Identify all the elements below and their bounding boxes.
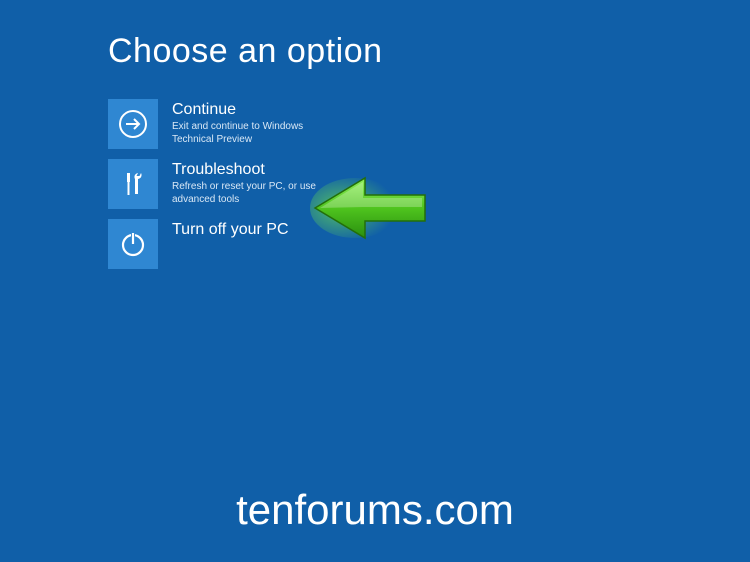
option-continue[interactable]: Continue Exit and continue to Windows Te… <box>108 99 378 149</box>
option-text: Turn off your PC <box>172 219 289 241</box>
watermark-text: tenforums.com <box>0 486 750 534</box>
power-icon <box>108 219 158 269</box>
tools-icon <box>108 159 158 209</box>
option-troubleshoot[interactable]: Troubleshoot Refresh or reset your PC, o… <box>108 159 378 209</box>
page-title: Choose an option <box>108 32 750 71</box>
option-title: Continue <box>172 100 342 119</box>
arrow-right-icon <box>108 99 158 149</box>
option-title: Turn off your PC <box>172 220 289 239</box>
option-title: Troubleshoot <box>172 160 342 179</box>
option-turn-off[interactable]: Turn off your PC <box>108 219 378 269</box>
option-desc: Refresh or reset your PC, or use advance… <box>172 181 342 206</box>
options-list: Continue Exit and continue to Windows Te… <box>108 99 750 269</box>
recovery-menu: Choose an option Continue Exit and conti… <box>0 0 750 269</box>
option-text: Continue Exit and continue to Windows Te… <box>172 99 342 146</box>
option-desc: Exit and continue to Windows Technical P… <box>172 121 342 146</box>
option-text: Troubleshoot Refresh or reset your PC, o… <box>172 159 342 206</box>
